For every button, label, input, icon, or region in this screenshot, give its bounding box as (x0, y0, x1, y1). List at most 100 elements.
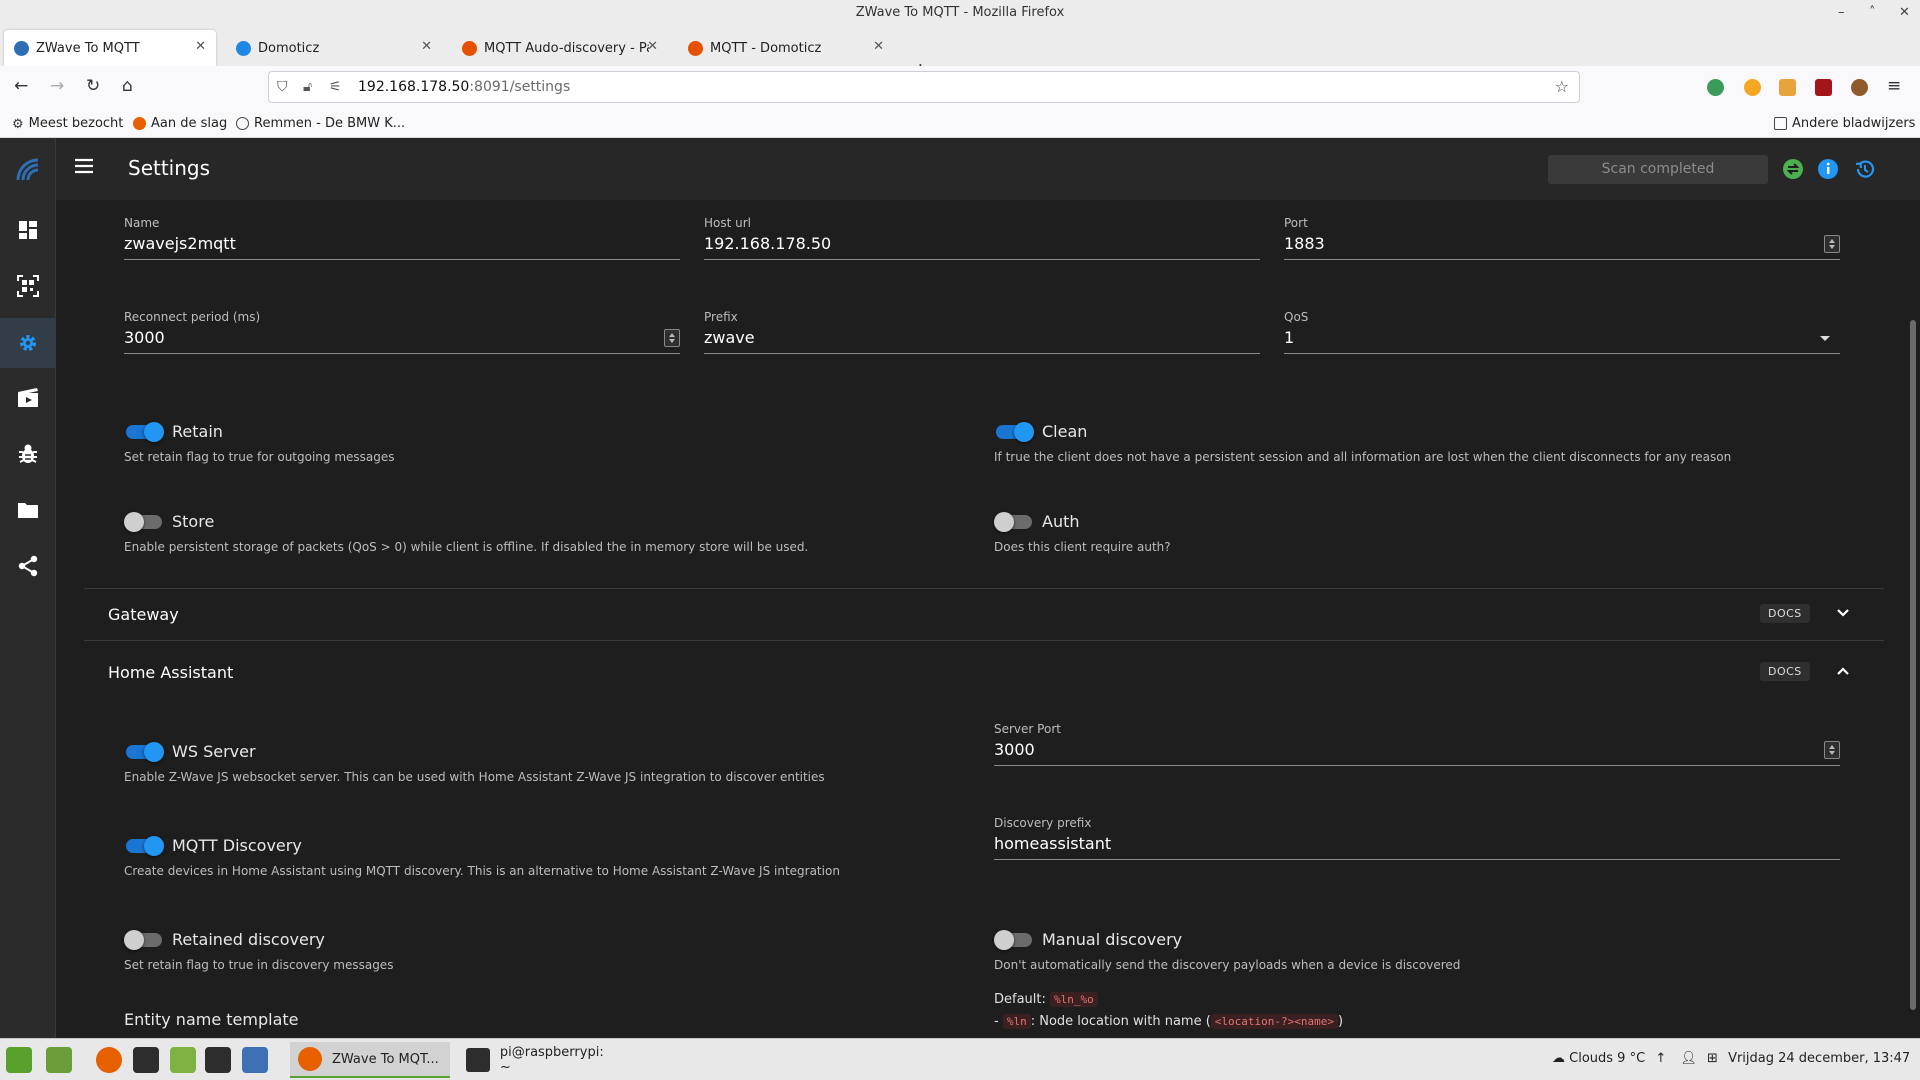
sidebar-item-settings[interactable] (0, 318, 56, 368)
extension-icon[interactable] (1851, 79, 1868, 96)
close-tab-icon[interactable]: ✕ (195, 39, 206, 54)
toggle-knob[interactable] (144, 421, 164, 442)
server-port-field[interactable]: Server Port 3000 (994, 722, 1840, 766)
toggle-track[interactable] (126, 835, 164, 856)
toggle-knob[interactable] (994, 929, 1014, 950)
toggle-track[interactable] (996, 421, 1034, 442)
mqtt-qos-select[interactable]: QoS 1 (1284, 310, 1840, 354)
weather-text[interactable]: Clouds 9 °C (1569, 1051, 1645, 1066)
taskbar-window-firefox[interactable]: ZWave To MQT... (290, 1042, 450, 1078)
network-icon[interactable]: ⊞ (1707, 1051, 1718, 1066)
mqtt-prefix-field[interactable]: Prefix zwave (704, 310, 1260, 354)
toggle-track[interactable] (126, 741, 164, 762)
scrollbar-thumb[interactable] (1910, 320, 1916, 1010)
mqtt-host-url-field[interactable]: Host url 192.168.178.50 (704, 216, 1260, 260)
tab-mqtt-domoticz[interactable]: MQTT - Domoticz ✕ (678, 30, 894, 66)
toggle-track[interactable] (994, 929, 1032, 950)
bookmark-star-icon[interactable]: ☆ (1555, 72, 1569, 102)
close-tab-icon[interactable]: ✕ (647, 39, 658, 54)
sidebar-item-debug[interactable] (0, 430, 56, 478)
bookmark-other[interactable]: Andere bladwijzers (1774, 116, 1915, 131)
number-stepper-icon[interactable] (1824, 741, 1840, 759)
toggle-knob[interactable] (144, 835, 164, 856)
bookmark-most-visited[interactable]: ⚙ Meest bezocht (12, 116, 123, 132)
connection-status-icon[interactable] (1782, 158, 1804, 180)
clock[interactable]: Vrijdag 24 december, 13:47 (1728, 1051, 1910, 1066)
terminal-launcher-icon[interactable] (205, 1047, 231, 1073)
gateway-section-header[interactable]: Gateway DOCS (84, 588, 1884, 640)
firefox-launcher-icon[interactable] (96, 1047, 122, 1073)
minimize-icon[interactable]: – (1838, 0, 1845, 26)
field-value[interactable]: zwave (704, 328, 1260, 354)
sidebar-item-control-panel[interactable] (0, 206, 56, 254)
app-menu-icon[interactable]: ≡ (1887, 76, 1901, 96)
ws-server-toggle[interactable]: WS Server (126, 741, 256, 762)
show-desktop-icon[interactable] (46, 1047, 72, 1073)
sidebar-item-scenes[interactable] (0, 374, 56, 422)
back-icon[interactable]: ← (14, 76, 28, 96)
close-tab-icon[interactable]: ✕ (421, 39, 432, 54)
bookmark-getting-started[interactable]: Aan de slag (133, 116, 227, 131)
info-icon[interactable] (1817, 158, 1839, 180)
ha-docs-button[interactable]: DOCS (1760, 662, 1810, 681)
field-value[interactable]: 1 (1284, 328, 1840, 354)
scan-status-button[interactable]: Scan completed (1548, 155, 1768, 184)
close-window-icon[interactable]: ✕ (1899, 0, 1910, 26)
tab-mqtt-audo-discovery[interactable]: MQTT Audo-discovery - Pag ✕ (452, 30, 668, 66)
toggle-track[interactable] (994, 511, 1032, 532)
chevron-down-icon[interactable] (1820, 336, 1830, 341)
bookmark-remmen[interactable]: Remmen - De BMW K... (236, 116, 405, 131)
toggle-track[interactable] (126, 421, 164, 442)
field-value[interactable]: 3000 (124, 328, 680, 354)
field-value[interactable]: homeassistant (994, 834, 1840, 860)
history-icon[interactable] (1854, 158, 1876, 180)
manual-discovery-toggle[interactable]: Manual discovery (994, 929, 1182, 950)
sidebar-item-store[interactable] (0, 486, 56, 534)
taskbar-window-terminal[interactable]: pi@raspberrypi: ~ (458, 1042, 618, 1078)
hamburger-menu-icon[interactable] (74, 158, 94, 174)
terminal-launcher-icon[interactable] (133, 1047, 159, 1073)
user-icon[interactable]: 👤︎ (1680, 1051, 1697, 1066)
discovery-prefix-field[interactable]: Discovery prefix homeassistant (994, 816, 1840, 860)
app-logo-icon[interactable] (0, 144, 56, 196)
home-icon[interactable]: ⌂ (122, 76, 133, 96)
field-value[interactable]: 3000 (994, 740, 1840, 766)
toggle-track[interactable] (124, 929, 162, 950)
maximize-icon[interactable]: ˄ (1869, 0, 1876, 26)
chevron-up-icon[interactable] (1836, 666, 1850, 676)
chevron-down-icon[interactable] (1836, 608, 1850, 618)
mint-menu-icon[interactable] (6, 1047, 32, 1073)
reload-icon[interactable]: ↻ (86, 76, 100, 96)
auth-toggle[interactable]: Auth (994, 511, 1080, 532)
permissions-icon[interactable]: ⚟ (329, 72, 342, 102)
store-toggle[interactable]: Store (124, 511, 214, 532)
url-bar[interactable]: ⛉ 🔓︎ ⚟ 192.168.178.50:8091/settings ☆ (268, 71, 1580, 103)
field-value[interactable]: 1883 (1284, 234, 1840, 260)
mqtt-port-field[interactable]: Port 1883 (1284, 216, 1840, 260)
extension-icon[interactable] (1707, 79, 1724, 96)
mqtt-reconnect-period-field[interactable]: Reconnect period (ms) 3000 (124, 310, 680, 354)
toggle-knob[interactable] (994, 511, 1014, 532)
close-tab-icon[interactable]: ✕ (873, 39, 884, 54)
toggle-knob[interactable] (124, 929, 144, 950)
tab-domoticz[interactable]: Domoticz ✕ (226, 30, 442, 66)
sidebar-item-smart-start[interactable] (0, 262, 56, 310)
field-value[interactable]: zwavejs2mqtt (124, 234, 680, 260)
toggle-knob[interactable] (144, 741, 164, 762)
mqtt-name-field[interactable]: Name zwavejs2mqtt (124, 216, 680, 260)
toggle-track[interactable] (124, 511, 162, 532)
number-stepper-icon[interactable] (1824, 235, 1840, 253)
clean-toggle[interactable]: Clean (996, 421, 1087, 442)
page-scrollbar[interactable] (1906, 200, 1920, 1038)
forward-icon[interactable]: → (50, 76, 64, 96)
ublock-icon[interactable] (1815, 79, 1832, 96)
field-value[interactable]: 192.168.178.50 (704, 234, 1260, 260)
section-title[interactable]: Home Assistant (108, 663, 233, 682)
sidebar-item-network-graph[interactable] (0, 542, 56, 590)
toggle-knob[interactable] (1014, 421, 1034, 442)
extension-icon[interactable] (1744, 79, 1761, 96)
extension-icon[interactable] (1779, 79, 1796, 96)
retain-toggle[interactable]: Retain (126, 421, 223, 442)
mqtt-discovery-toggle[interactable]: MQTT Discovery (126, 835, 302, 856)
retained-discovery-toggle[interactable]: Retained discovery (124, 929, 325, 950)
